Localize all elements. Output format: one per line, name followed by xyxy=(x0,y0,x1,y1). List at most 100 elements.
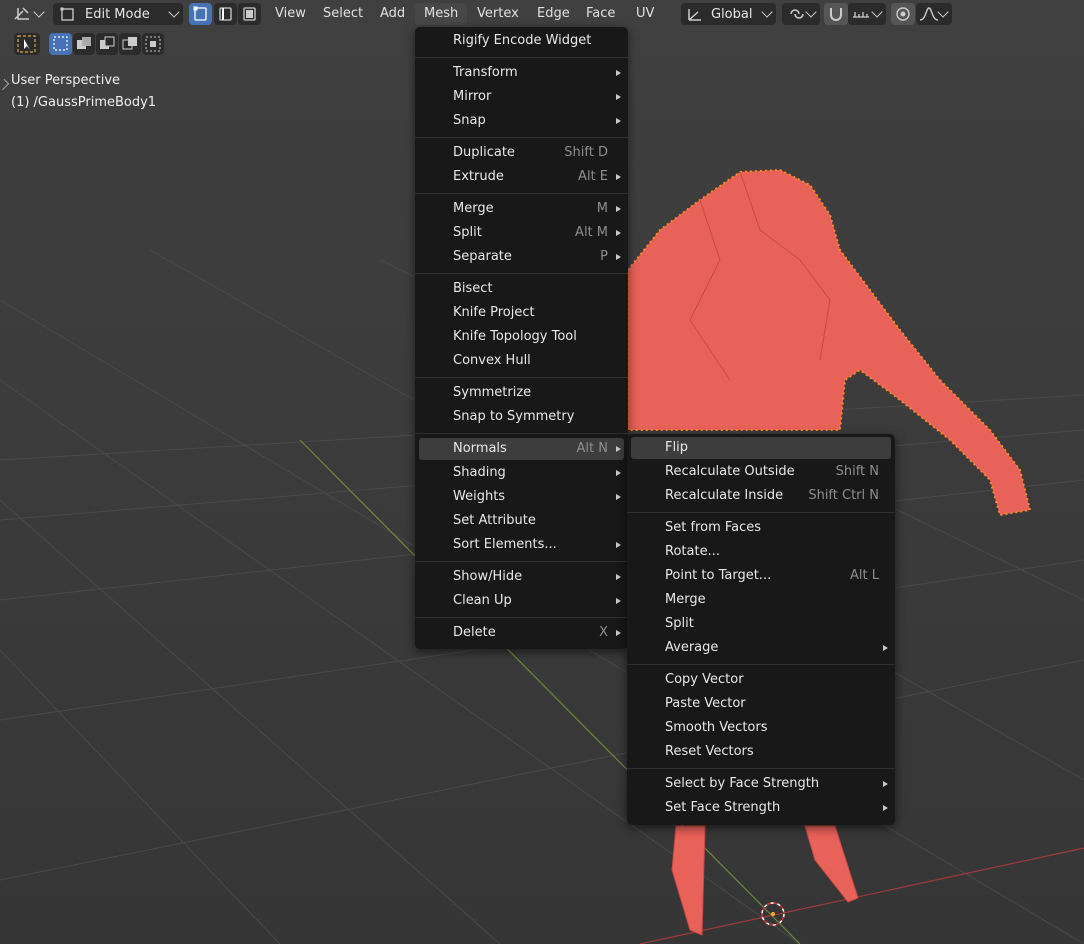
menu-view[interactable]: View xyxy=(266,3,315,25)
menu-item-sort-elements[interactable]: Sort Elements... xyxy=(419,534,624,556)
menu-item-set-face-strength[interactable]: Set Face Strength xyxy=(631,797,891,819)
orientation-label: Global xyxy=(711,6,753,22)
falloff-dropdown[interactable] xyxy=(916,3,952,25)
view-perspective-label: User Perspective xyxy=(11,73,121,88)
pivot-point-dropdown[interactable] xyxy=(782,3,820,25)
menu-item-delete[interactable]: Delete X xyxy=(419,622,624,644)
menu-item-mirror[interactable]: Mirror xyxy=(419,86,624,108)
menu-select[interactable]: Select xyxy=(314,3,372,25)
menu-item-select-by-face-strength[interactable]: Select by Face Strength xyxy=(631,773,891,795)
submenu-arrow-icon xyxy=(883,781,888,787)
face-select-mode-button[interactable] xyxy=(238,3,261,25)
proportional-icon xyxy=(896,7,910,21)
submenu-arrow-icon xyxy=(616,542,621,548)
menu-mesh[interactable]: Mesh xyxy=(415,3,468,25)
menu-item-smooth-vectors[interactable]: Smooth Vectors xyxy=(631,717,891,739)
menu-item-average[interactable]: Average xyxy=(631,637,891,659)
mode-label: Edit Mode xyxy=(85,6,150,22)
menu-item-merge[interactable]: Merge M xyxy=(419,198,624,220)
select-mode-invert-button[interactable] xyxy=(119,33,141,55)
menu-item-label: Snap xyxy=(453,113,486,128)
menu-item-normals[interactable]: Normals Alt N xyxy=(419,438,624,460)
menu-item-label: Paste Vector xyxy=(665,696,746,711)
menu-item-set-from-faces[interactable]: Set from Faces xyxy=(631,517,891,539)
menu-item-label: Shading xyxy=(453,465,506,480)
menu-item-label: Reset Vectors xyxy=(665,744,754,759)
menu-item-shading[interactable]: Shading xyxy=(419,462,624,484)
menu-edge[interactable]: Edge xyxy=(528,3,579,25)
vertex-select-mode-button[interactable] xyxy=(189,3,212,25)
submenu-arrow-icon xyxy=(616,254,621,260)
menu-item-duplicate[interactable]: Duplicate Shift D xyxy=(419,142,624,164)
snap-target-dropdown[interactable] xyxy=(848,3,886,25)
menu-item-normals-merge[interactable]: Merge xyxy=(631,589,891,611)
menu-item-label: Flip xyxy=(665,440,688,455)
menu-add[interactable]: Add xyxy=(371,3,414,25)
menu-separator xyxy=(415,433,628,434)
falloff-curve-icon xyxy=(919,7,939,21)
menu-item-transform[interactable]: Transform xyxy=(419,62,624,84)
chevron-down-icon xyxy=(871,6,883,18)
edge-select-mode-button[interactable] xyxy=(214,3,237,25)
menu-item-label: Normals xyxy=(453,441,507,456)
menu-item-show-hide[interactable]: Show/Hide xyxy=(419,566,624,588)
menu-item-convex-hull[interactable]: Convex Hull xyxy=(419,350,624,372)
submenu-arrow-icon xyxy=(616,598,621,604)
submenu-arrow-icon xyxy=(616,174,621,180)
shortcut-label: Alt E xyxy=(578,169,608,184)
menu-vertex[interactable]: Vertex xyxy=(468,3,528,25)
menu-item-snap[interactable]: Snap xyxy=(419,110,624,132)
select-invert-icon xyxy=(122,37,137,50)
menu-item-copy-vector[interactable]: Copy Vector xyxy=(631,669,891,691)
viewport-header: Edit Mode View Select Add Mesh Vertex Ed… xyxy=(0,0,1084,30)
menu-item-label: Show/Hide xyxy=(453,569,523,584)
proportional-editing-toggle[interactable] xyxy=(891,3,915,25)
menu-item-recalculate-outside[interactable]: Recalculate Outside Shift N xyxy=(631,461,891,483)
menu-item-label: Average xyxy=(665,640,719,655)
menu-item-symmetrize[interactable]: Symmetrize xyxy=(419,382,624,404)
menu-item-label: Smooth Vectors xyxy=(665,720,768,735)
menu-item-label: Recalculate Outside xyxy=(665,464,795,479)
menu-item-label: Set Face Strength xyxy=(665,800,781,815)
select-mode-subtract-button[interactable] xyxy=(96,33,118,55)
menu-item-point-to-target[interactable]: Point to Target... Alt L xyxy=(631,565,891,587)
menu-item-bisect[interactable]: Bisect xyxy=(419,278,624,300)
menu-item-split[interactable]: Split Alt M xyxy=(419,222,624,244)
menu-item-reset-vectors[interactable]: Reset Vectors xyxy=(631,741,891,763)
menu-item-flip[interactable]: Flip xyxy=(631,437,891,459)
menu-item-label: Knife Topology Tool xyxy=(453,329,577,344)
menu-item-knife-topology-tool[interactable]: Knife Topology Tool xyxy=(419,326,624,348)
tool-select-box-button[interactable] xyxy=(14,33,40,55)
menu-item-recalculate-inside[interactable]: Recalculate Inside Shift Ctrl N xyxy=(631,485,891,507)
menu-uv[interactable]: UV xyxy=(627,3,663,25)
menu-item-rigify-encode-widget[interactable]: Rigify Encode Widget xyxy=(419,30,624,52)
select-mode-extend-button[interactable] xyxy=(73,33,95,55)
transform-orientation-dropdown[interactable]: Global xyxy=(681,3,776,25)
menu-item-paste-vector[interactable]: Paste Vector xyxy=(631,693,891,715)
menu-item-label: Mirror xyxy=(453,89,492,104)
menu-face[interactable]: Face xyxy=(577,3,624,25)
menu-item-label: Merge xyxy=(453,201,494,216)
menu-separator xyxy=(627,768,895,769)
menu-item-set-attribute[interactable]: Set Attribute xyxy=(419,510,624,532)
menu-item-normals-split[interactable]: Split xyxy=(631,613,891,635)
increment-icon xyxy=(853,12,869,18)
menu-item-snap-to-symmetry[interactable]: Snap to Symmetry xyxy=(419,406,624,428)
menu-item-extrude[interactable]: Extrude Alt E xyxy=(419,166,624,188)
menu-item-separate[interactable]: Separate P xyxy=(419,246,624,268)
select-mode-new-button[interactable] xyxy=(49,33,72,55)
menu-item-knife-project[interactable]: Knife Project xyxy=(419,302,624,324)
menu-item-rotate[interactable]: Rotate... xyxy=(631,541,891,563)
select-mode-intersect-button[interactable] xyxy=(142,33,164,55)
menu-item-clean-up[interactable]: Clean Up xyxy=(419,590,624,612)
chevron-down-icon xyxy=(168,6,180,18)
menu-item-label: Duplicate xyxy=(453,145,515,160)
shortcut-label: M xyxy=(596,201,608,216)
mode-dropdown[interactable]: Edit Mode xyxy=(53,3,183,25)
menu-item-weights[interactable]: Weights xyxy=(419,486,624,508)
menu-item-label: Recalculate Inside xyxy=(665,488,784,503)
orientation-icon xyxy=(688,9,701,21)
snap-toggle[interactable] xyxy=(824,3,848,25)
editor-type-button[interactable] xyxy=(8,3,48,25)
select-extend-icon xyxy=(77,37,91,49)
